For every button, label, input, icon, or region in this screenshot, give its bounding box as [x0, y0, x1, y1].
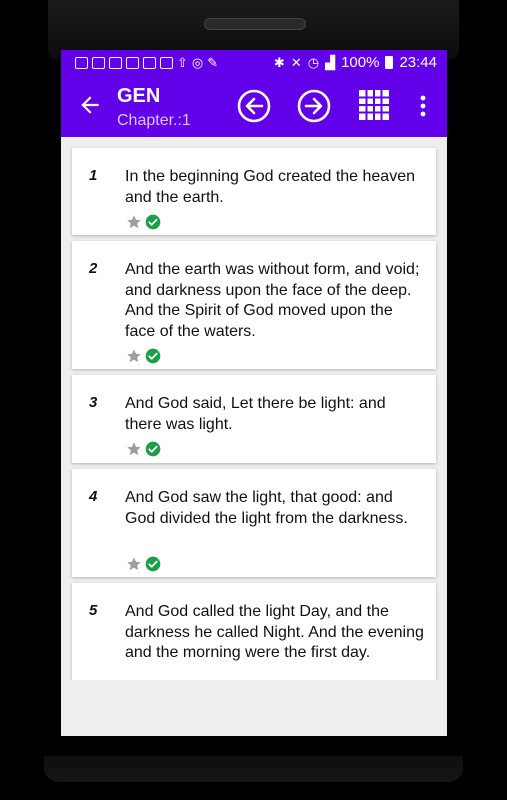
read-check-icon[interactable] — [145, 441, 161, 457]
back-arrow-icon[interactable] — [77, 92, 103, 118]
phone-bottom-bezel — [44, 756, 463, 782]
verse-card[interactable]: 1 In the beginning God created the heave… — [72, 148, 436, 235]
photo-notification-icon — [160, 56, 173, 69]
read-check-icon[interactable] — [145, 214, 161, 230]
battery-icon — [385, 56, 394, 69]
alarm-icon: ◷ — [307, 54, 320, 70]
signal-icon: ▟ — [325, 54, 336, 70]
overflow-menu-icon[interactable] — [413, 93, 433, 119]
verse-card[interactable]: 3 And God said, Let there be light: and … — [72, 375, 436, 463]
verse-actions — [126, 556, 161, 572]
clock: 23:44 — [399, 54, 437, 71]
app-notification-icon: ◎ — [191, 54, 204, 70]
chapter-grid-icon[interactable] — [358, 89, 390, 121]
favorite-star-icon[interactable] — [126, 348, 142, 364]
bluetooth-icon: ✱ — [273, 54, 285, 70]
verse-text: And God called the light Day, and the da… — [125, 603, 424, 661]
mute-icon: ✕ — [290, 54, 302, 70]
copy-notification-icon — [109, 56, 122, 69]
verse-card[interactable]: 5 And God called the light Day, and the … — [72, 583, 436, 680]
system-status-icons: ✱ ✕ ◷ ▟ 100% 23:44 — [274, 54, 447, 71]
favorite-star-icon[interactable] — [126, 214, 142, 230]
verse-card[interactable]: 4 And God saw the light, that good: and … — [72, 469, 436, 577]
verse-number: 3 — [89, 394, 98, 411]
battery-percent: 100% — [341, 54, 380, 71]
verse-number: 4 — [89, 488, 98, 505]
app-screen: ⇧ ◎ ✎ ✱ ✕ ◷ ▟ 100% 23:44 GEN Chapter.:1 — [61, 50, 447, 736]
verse-number: 5 — [89, 602, 98, 619]
app-bar: GEN Chapter.:1 — [61, 75, 447, 137]
read-check-icon[interactable] — [145, 556, 161, 572]
favorite-star-icon[interactable] — [126, 556, 142, 572]
verse-actions — [126, 441, 161, 457]
verse-list: 1 In the beginning God created the heave… — [61, 137, 447, 680]
verse-text: And God saw the light, that good: and Go… — [125, 489, 408, 527]
verse-text: In the beginning God created the heaven … — [125, 168, 415, 206]
favorite-star-icon[interactable] — [126, 441, 142, 457]
chat-notification-icon — [75, 56, 88, 69]
gmail-notification-icon — [92, 56, 105, 69]
misc-notification-icon: ✎ — [207, 54, 219, 70]
verse-number: 2 — [89, 260, 98, 277]
bottom-blank-area — [61, 680, 447, 736]
next-chapter-icon[interactable] — [297, 89, 331, 123]
verse-number: 1 — [89, 167, 98, 184]
chapter-label: Chapter.:1 — [117, 112, 191, 129]
notification-icons: ⇧ ◎ ✎ — [61, 55, 218, 71]
book-title: GEN — [117, 85, 161, 107]
upload-notification-icon: ⇧ — [177, 54, 188, 70]
status-bar: ⇧ ◎ ✎ ✱ ✕ ◷ ▟ 100% 23:44 — [61, 50, 447, 75]
gmail-notification-icon-2 — [143, 56, 156, 69]
verse-actions — [126, 348, 161, 364]
phone-speaker — [204, 18, 306, 30]
verse-actions — [126, 214, 161, 230]
email-notification-icon — [126, 56, 139, 69]
previous-chapter-icon[interactable] — [237, 89, 271, 123]
phone-frame: ⇧ ◎ ✎ ✱ ✕ ◷ ▟ 100% 23:44 GEN Chapter.:1 — [0, 0, 507, 800]
verse-text: And God said, Let there be light: and th… — [125, 395, 386, 433]
verse-text: And the earth was without form, and void… — [125, 261, 420, 340]
verse-card[interactable]: 2 And the earth was without form, and vo… — [72, 241, 436, 369]
read-check-icon[interactable] — [145, 348, 161, 364]
